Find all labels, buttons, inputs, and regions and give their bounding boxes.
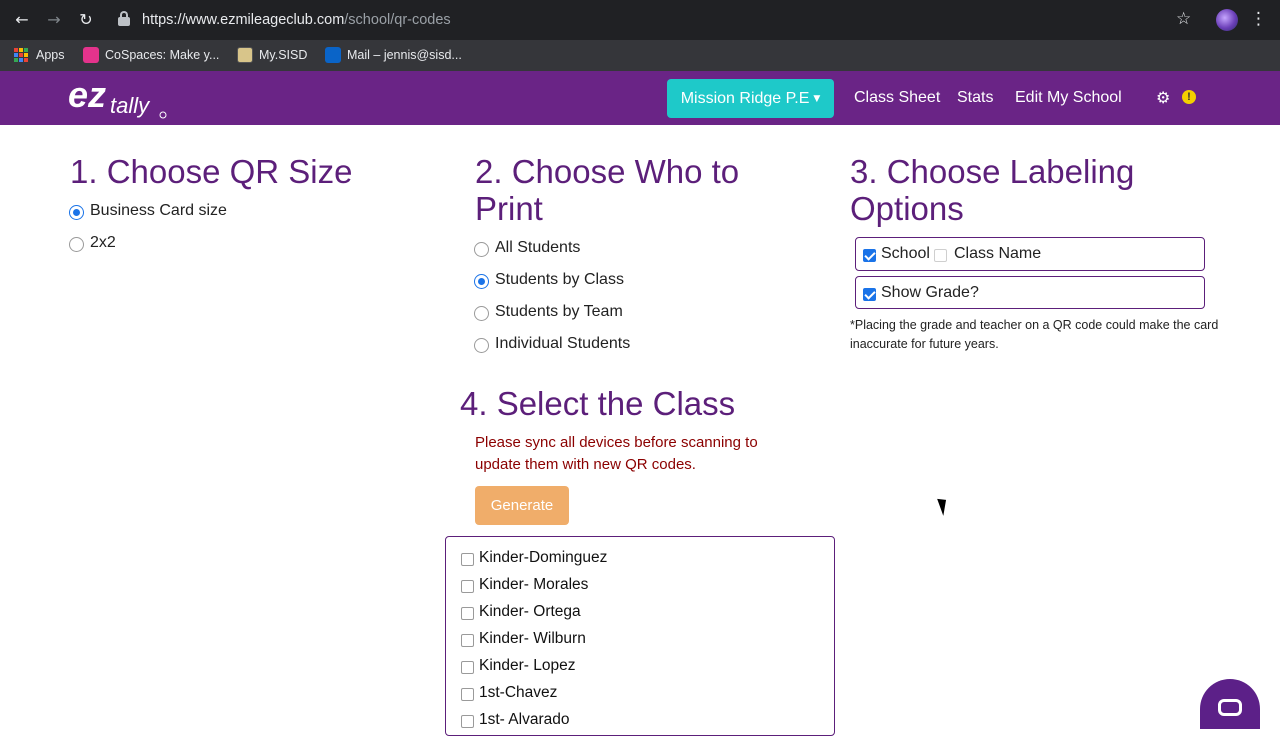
school-dropdown-label: Mission Ridge P.E <box>680 89 810 107</box>
checkbox-class-name[interactable] <box>934 249 947 262</box>
url-text[interactable]: https://www.ezmileageclub.com/school/qr-… <box>142 12 451 28</box>
radio-all-students[interactable] <box>474 242 489 257</box>
cospaces-icon <box>83 47 99 63</box>
back-icon[interactable]: ← <box>12 10 32 30</box>
class-label[interactable]: 1st- Alvarado <box>479 711 569 729</box>
url-path: /school/qr-codes <box>344 12 451 28</box>
class-row-1st-chavez[interactable]: 1st-Chavez <box>446 680 834 707</box>
who-to-print-heading: 2. Choose Who to Print <box>475 153 740 227</box>
class-checkbox[interactable] <box>461 715 474 728</box>
forward-icon[interactable]: → <box>44 10 64 30</box>
radio-label-all-students[interactable]: All Students <box>495 239 580 257</box>
bookmark-star-icon[interactable]: ☆ <box>1176 9 1191 29</box>
checkbox-label-class-name[interactable]: Class Name <box>954 245 1041 263</box>
class-checkbox[interactable] <box>461 688 474 701</box>
class-label[interactable]: Kinder- Lopez <box>479 657 576 675</box>
show-grade-box: Show Grade? <box>855 276 1205 309</box>
bookmark-label: My.SISD <box>259 48 308 62</box>
exclamation-icon[interactable]: ! <box>1182 90 1196 104</box>
radio-label-students-by-team[interactable]: Students by Team <box>495 303 623 321</box>
class-label[interactable]: Kinder-Dominguez <box>479 549 607 567</box>
bookmark-label: Mail – jennis@sisd... <box>347 48 462 62</box>
checkbox-show-grade[interactable] <box>863 288 876 301</box>
bookmark-label: CoSpaces: Make y... <box>105 48 220 62</box>
generate-button[interactable]: Generate <box>475 486 569 525</box>
select-class-heading: 4. Select the Class <box>460 385 736 422</box>
caret-down-icon: ▼ <box>813 93 821 104</box>
radio-label-business-card[interactable]: Business Card size <box>90 202 227 220</box>
checkbox-school[interactable] <box>863 249 876 262</box>
class-checkbox[interactable] <box>461 607 474 620</box>
nav-edit-my-school[interactable]: Edit My School <box>1015 89 1122 107</box>
checkbox-label-school[interactable]: School <box>881 245 930 263</box>
outlook-icon <box>325 47 341 63</box>
bookmark-apps[interactable]: Apps <box>14 44 65 66</box>
labeling-note: *Placing the grade and teacher on a QR c… <box>850 318 1219 351</box>
class-label[interactable]: Kinder- Wilburn <box>479 630 586 648</box>
browser-menu-icon[interactable]: ⋮ <box>1250 9 1267 29</box>
labeling-options-heading: 3. Choose Labeling Options <box>850 153 1135 227</box>
gears-icon[interactable]: ⚙ <box>1156 88 1170 107</box>
class-list[interactable]: Kinder-Dominguez Kinder- Morales Kinder-… <box>445 536 835 736</box>
radio-label-individual-students[interactable]: Individual Students <box>495 335 630 353</box>
nav-stats[interactable]: Stats <box>957 89 993 107</box>
class-checkbox[interactable] <box>461 553 474 566</box>
radio-label-2x2[interactable]: 2x2 <box>90 234 116 252</box>
class-checkbox[interactable] <box>461 661 474 674</box>
class-label[interactable]: 1st-Chavez <box>479 684 557 702</box>
chat-widget-button[interactable] <box>1200 679 1260 729</box>
radio-2x2[interactable] <box>69 237 84 252</box>
generate-button-label: Generate <box>490 497 554 514</box>
svg-text:tally: tally <box>110 93 151 118</box>
class-checkbox[interactable] <box>461 580 474 593</box>
bookmarks-bar: Apps CoSpaces: Make y... My.SISD Mail – … <box>0 40 1280 71</box>
class-row-1st-alvarado[interactable]: 1st- Alvarado <box>446 707 834 734</box>
bookmark-label: Apps <box>36 48 65 62</box>
address-bar[interactable]: https://www.ezmileageclub.com/school/qr-… <box>112 5 1206 35</box>
class-row-kinder-ortega[interactable]: Kinder- Ortega <box>446 599 834 626</box>
app-navbar: ez tally Mission Ridge P.E ▼ Class Sheet … <box>0 71 1280 125</box>
url-host: https://www.ezmileageclub.com <box>142 12 345 28</box>
class-row-kinder-lopez[interactable]: Kinder- Lopez <box>446 653 834 680</box>
checkbox-label-show-grade[interactable]: Show Grade? <box>881 284 979 302</box>
radio-students-by-class[interactable] <box>474 274 489 289</box>
browser-toolbar: ← → ↻ https://www.ezmileageclub.com/scho… <box>0 0 1280 40</box>
sisd-icon <box>237 47 253 63</box>
apps-grid-icon <box>14 48 30 62</box>
class-row-kinder-morales[interactable]: Kinder- Morales <box>446 572 834 599</box>
bookmark-mysisd[interactable]: My.SISD <box>237 44 307 66</box>
sync-warning: Please sync all devices before scanning … <box>475 434 758 473</box>
radio-students-by-team[interactable] <box>474 306 489 321</box>
eztally-logo[interactable]: ez tally <box>68 73 178 121</box>
radio-label-students-by-class[interactable]: Students by Class <box>495 271 624 289</box>
radio-individual-students[interactable] <box>474 338 489 353</box>
school-dropdown-button[interactable]: Mission Ridge P.E ▼ <box>667 79 834 118</box>
school-classname-box: School Class Name <box>855 237 1205 271</box>
nav-class-sheet[interactable]: Class Sheet <box>854 89 940 107</box>
reload-icon[interactable]: ↻ <box>76 10 96 30</box>
class-label[interactable]: Kinder- Morales <box>479 576 588 594</box>
mouse-cursor-icon <box>937 496 951 516</box>
radio-business-card[interactable] <box>69 205 84 220</box>
lock-icon <box>118 11 130 27</box>
class-label[interactable]: Kinder- Ortega <box>479 603 581 621</box>
qr-size-heading: 1. Choose QR Size <box>70 153 353 190</box>
class-checkbox[interactable] <box>461 634 474 647</box>
svg-text:ez: ez <box>68 74 106 115</box>
chat-icon <box>1218 699 1242 716</box>
bookmark-cospaces[interactable]: CoSpaces: Make y... <box>83 44 219 66</box>
profile-avatar[interactable] <box>1216 9 1238 31</box>
class-row-kinder-wilburn[interactable]: Kinder- Wilburn <box>446 626 834 653</box>
bookmark-mail[interactable]: Mail – jennis@sisd... <box>325 44 462 66</box>
class-row-kinder-dominguez[interactable]: Kinder-Dominguez <box>446 545 834 572</box>
